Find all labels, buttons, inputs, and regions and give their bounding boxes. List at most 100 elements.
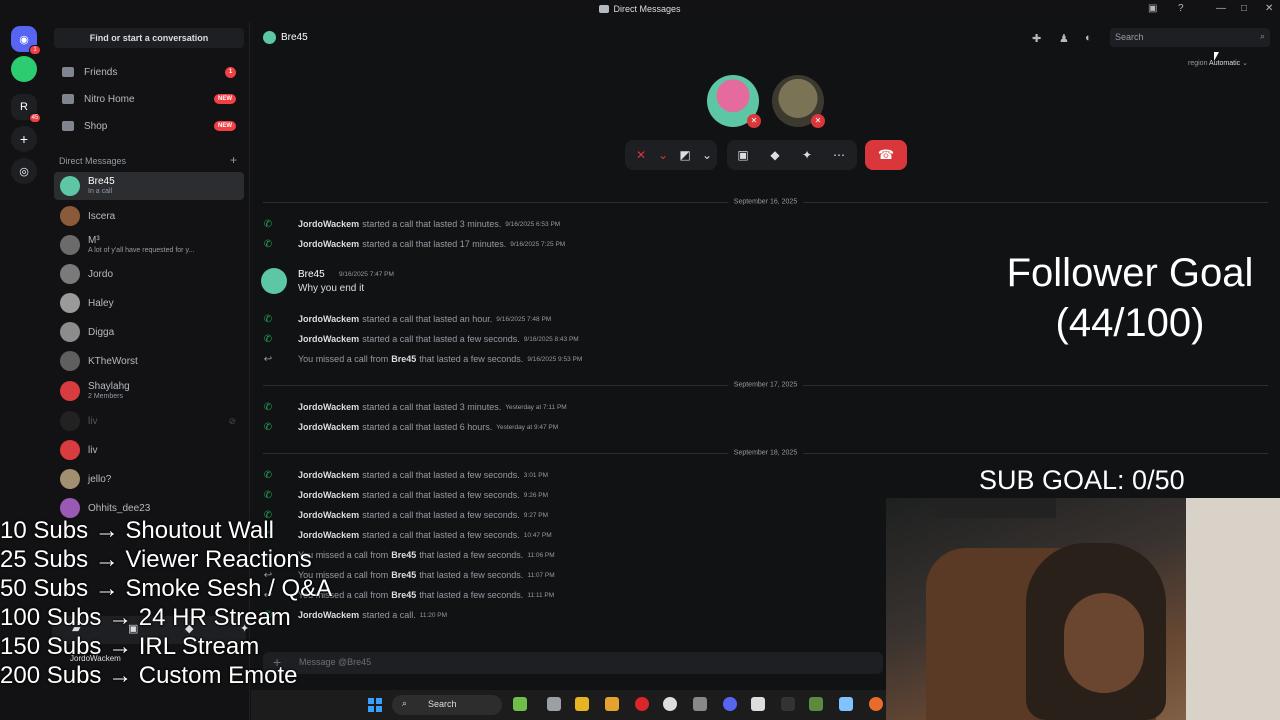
nav-nitro-label: Nitro Home bbox=[84, 93, 135, 105]
search-icon: ⌕ bbox=[1259, 31, 1265, 41]
avatar bbox=[60, 411, 80, 431]
header-username[interactable]: Bre45 bbox=[281, 32, 308, 43]
nav-friends[interactable]: Friends 1 bbox=[54, 60, 244, 84]
mic-muted-icon[interactable]: ✕ bbox=[625, 148, 657, 162]
windows-start-icon[interactable] bbox=[368, 698, 382, 712]
nav-nitro-home[interactable]: Nitro Home NEW bbox=[54, 87, 244, 111]
maximize-button[interactable]: □ bbox=[1241, 3, 1247, 14]
dm-item-m3[interactable]: M³ A lot of y'all have requested for y... bbox=[54, 231, 244, 259]
taskbar-app-icon[interactable] bbox=[869, 697, 883, 711]
dm-name: Haley bbox=[88, 297, 114, 309]
shop-icon bbox=[62, 121, 74, 131]
home-button[interactable]: ◉ 1 bbox=[11, 26, 41, 55]
dm-badge: 1 bbox=[29, 45, 41, 55]
phone-icon: ✆ bbox=[263, 238, 273, 250]
add-friends-icon[interactable]: ♟ bbox=[1059, 32, 1071, 45]
avatar bbox=[60, 322, 80, 342]
taskbar-search[interactable]: ⌕ Search bbox=[392, 695, 502, 715]
nav-shop-label: Shop bbox=[84, 120, 108, 132]
create-dm-plus-icon[interactable]: + bbox=[230, 153, 237, 167]
system-message: ✆ JordoWackem started a call that lasted… bbox=[261, 467, 961, 483]
taskbar-app-icon[interactable] bbox=[547, 697, 561, 711]
system-author[interactable]: JordoWackem bbox=[298, 239, 359, 249]
activities-icon[interactable]: ◆ bbox=[759, 148, 791, 162]
minecraft-icon[interactable] bbox=[809, 697, 823, 711]
timestamp: 11:07 PM bbox=[527, 571, 555, 579]
reward-line: 10 Subs → Shoutout Wall bbox=[0, 517, 274, 544]
dm-item-haley[interactable]: Haley bbox=[54, 289, 244, 317]
taskbar-app-icon[interactable] bbox=[575, 697, 589, 711]
system-author[interactable]: JordoWackem bbox=[298, 490, 359, 500]
taskbar-app-icon[interactable] bbox=[693, 697, 707, 711]
screen-share-icon[interactable]: ▣ bbox=[1148, 3, 1157, 14]
dm-item-shaylahg[interactable]: Shaylahg 2 Members bbox=[54, 377, 244, 405]
system-author[interactable]: JordoWackem bbox=[298, 219, 359, 229]
avatar bbox=[60, 440, 80, 460]
dm-item-bre45[interactable]: Bre45 In a call bbox=[54, 172, 244, 200]
nav-shop[interactable]: Shop NEW bbox=[54, 114, 244, 138]
system-message: ✆ JordoWackem started a call that lasted… bbox=[261, 419, 961, 435]
minimize-button[interactable]: — bbox=[1216, 3, 1226, 14]
video-chevron-icon[interactable]: ⌄ bbox=[701, 148, 713, 162]
dm-item-digga[interactable]: Digga bbox=[54, 318, 244, 346]
search-input[interactable]: Search ⌕ bbox=[1110, 28, 1270, 47]
timestamp: 11:06 PM bbox=[527, 551, 555, 559]
dm-item-iscera[interactable]: Iscera bbox=[54, 202, 244, 230]
system-message: ✆ JordoWackem started a call that lasted… bbox=[261, 399, 961, 415]
opera-icon[interactable] bbox=[635, 697, 649, 711]
find-conversation-button[interactable]: Find or start a conversation bbox=[54, 28, 244, 48]
share-screen-icon[interactable]: ▣ bbox=[727, 148, 759, 162]
dm-item-jello[interactable]: jello? bbox=[54, 465, 244, 493]
conversation-header: Bre45 ✚ ♟ ◐ Search ⌕ region Automatic ⌄ bbox=[251, 22, 1280, 67]
avatar bbox=[60, 498, 80, 518]
phone-icon: ✆ bbox=[263, 333, 273, 345]
dm-item-liv[interactable]: liv bbox=[54, 436, 244, 464]
window-title-text: Direct Messages bbox=[613, 4, 681, 14]
discord-taskbar-icon[interactable] bbox=[723, 697, 737, 711]
system-text: that lasted a few seconds. bbox=[419, 354, 524, 364]
mic-video-controls: ✕ ⌄ ◩ ⌄ bbox=[625, 140, 717, 170]
message-avatar[interactable] bbox=[261, 268, 287, 294]
dm-item-ktheworst[interactable]: KTheWorst bbox=[54, 347, 244, 375]
system-author[interactable]: JordoWackem bbox=[298, 402, 359, 412]
discover-icon[interactable]: ◎ bbox=[11, 158, 37, 184]
avatar bbox=[60, 206, 80, 226]
pin-icon[interactable]: ✚ bbox=[1032, 32, 1044, 45]
system-author[interactable]: JordoWackem bbox=[298, 314, 359, 324]
soundboard-icon[interactable]: ✦ bbox=[791, 148, 823, 162]
taskbar-app-icon[interactable] bbox=[751, 697, 765, 711]
system-author[interactable]: Bre45 bbox=[391, 354, 416, 364]
system-author[interactable]: JordoWackem bbox=[298, 334, 359, 344]
taskbar-app-icon[interactable] bbox=[605, 697, 619, 711]
dm-item-jordo[interactable]: Jordo bbox=[54, 260, 244, 288]
taskbar-app-icon[interactable] bbox=[663, 697, 677, 711]
taskbar-app-icon[interactable] bbox=[513, 697, 527, 711]
help-icon[interactable]: ? bbox=[1178, 3, 1184, 14]
taskbar-app-icon[interactable] bbox=[839, 697, 853, 711]
system-text: started a call that lasted an hour. bbox=[362, 314, 493, 324]
add-server-button[interactable]: + bbox=[11, 126, 37, 152]
close-button[interactable]: ✕ bbox=[1265, 3, 1273, 14]
dm-item-liv-muted[interactable]: liv ⊘ bbox=[54, 407, 244, 435]
dm-name: liv bbox=[88, 415, 98, 427]
taskbar-app-icon[interactable] bbox=[781, 697, 795, 711]
message-author[interactable]: Bre45 bbox=[298, 269, 325, 280]
video-off-icon[interactable]: ◩ bbox=[669, 148, 701, 162]
nitro-new-badge: NEW bbox=[214, 94, 236, 104]
dm-name: Ohhits_dee23 bbox=[88, 502, 151, 514]
system-author[interactable]: JordoWackem bbox=[298, 470, 359, 480]
dm-name: M³ bbox=[88, 235, 100, 246]
timestamp: 10:47 PM bbox=[523, 531, 552, 539]
server-r-button[interactable]: R 45 bbox=[11, 94, 41, 123]
dm-avatar-button[interactable] bbox=[11, 56, 37, 82]
date-divider: September 18, 2025 bbox=[263, 449, 1268, 457]
reward-line: 25 Subs → Viewer Reactions bbox=[0, 546, 312, 573]
avatar bbox=[60, 351, 80, 371]
dm-name: jello? bbox=[88, 473, 112, 485]
mic-chevron-icon[interactable]: ⌄ bbox=[657, 148, 669, 162]
system-author[interactable]: JordoWackem bbox=[298, 422, 359, 432]
user-profile-icon[interactable]: ◐ bbox=[1085, 32, 1097, 44]
phone-icon: ✆ bbox=[263, 469, 273, 481]
disconnect-button[interactable]: ☎ bbox=[865, 140, 907, 170]
more-options-icon[interactable]: ⋯ bbox=[823, 148, 855, 162]
